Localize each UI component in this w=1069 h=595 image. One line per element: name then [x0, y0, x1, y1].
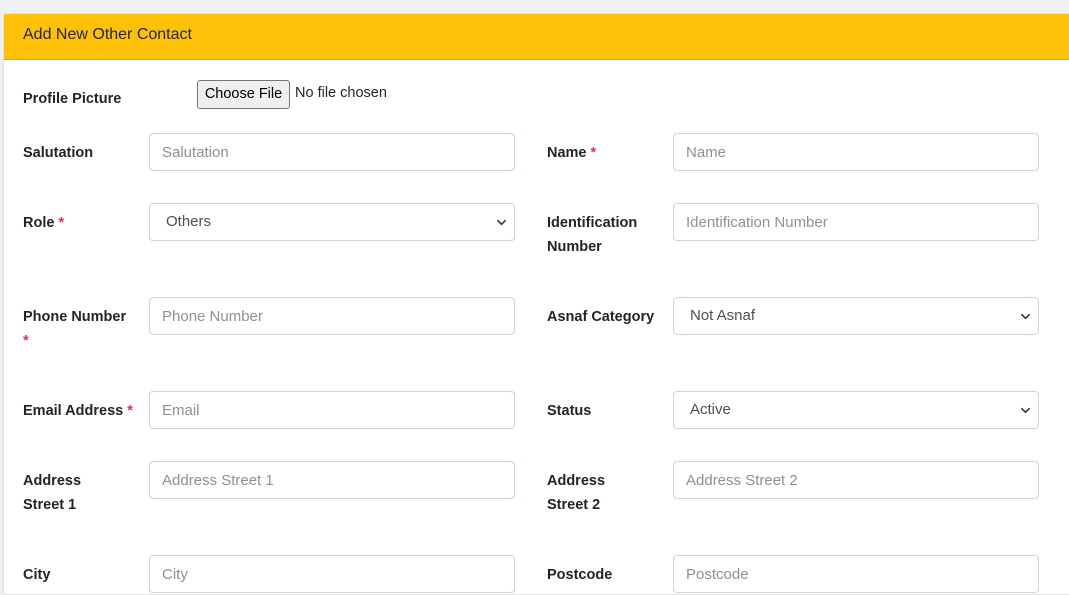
asnaf-category-selected-value: Not Asnaf: [690, 307, 756, 324]
profile-picture-label: Profile Picture: [23, 91, 122, 107]
identification-number-field-wrapper: [673, 203, 1039, 241]
chevron-down-icon: [497, 219, 506, 226]
address-street-1-label-line1: Address: [23, 473, 82, 489]
address-street-1-label: Address Street 1: [23, 469, 81, 517]
phone-number-label: Phone Number *: [23, 305, 126, 353]
identification-number-label: Identification Number: [547, 211, 637, 259]
status-selected-value: Active: [690, 401, 731, 418]
identification-number-label-line2: Number: [547, 239, 602, 255]
name-label: Name *: [547, 141, 596, 165]
salutation-field-wrapper: [149, 133, 515, 171]
email-address-label: Email Address *: [23, 399, 133, 423]
email-address-label-text: Email Address: [23, 403, 124, 419]
name-input[interactable]: [674, 134, 1038, 170]
email-address-required-mark: *: [127, 403, 133, 419]
name-field-wrapper: [673, 133, 1039, 171]
choose-file-button[interactable]: Choose File: [197, 80, 290, 109]
phone-number-field-wrapper: [149, 297, 515, 335]
postcode-label: Postcode: [547, 567, 613, 583]
address-street-2-input[interactable]: [674, 462, 1038, 498]
status-select[interactable]: Active: [673, 391, 1039, 429]
page-title: Add New Other Contact: [23, 26, 192, 43]
role-select[interactable]: Others: [149, 203, 515, 241]
address-street-1-input[interactable]: [150, 462, 514, 498]
role-required-mark: *: [58, 215, 65, 231]
address-street-1-field-wrapper: [149, 461, 515, 499]
chevron-down-icon: [1021, 407, 1030, 414]
address-street-2-label: Address Street 2: [547, 469, 605, 517]
asnaf-category-select[interactable]: Not Asnaf: [673, 297, 1039, 335]
chevron-down-icon: [1021, 313, 1030, 320]
role-selected-value: Others: [166, 213, 212, 230]
phone-number-label-text: Phone Number: [23, 309, 127, 325]
file-status-text: No file chosen: [295, 85, 387, 101]
name-required-mark: *: [590, 145, 597, 161]
email-field-wrapper: [149, 391, 515, 429]
card-header: Add New Other Contact: [4, 14, 1069, 60]
role-label-text: Role: [23, 215, 55, 231]
salutation-input[interactable]: [150, 134, 514, 170]
city-label: City: [23, 567, 51, 583]
address-street-2-label-line1: Address: [547, 473, 606, 489]
address-street-2-field-wrapper: [673, 461, 1039, 499]
city-input[interactable]: [150, 556, 514, 592]
postcode-field-wrapper: [673, 555, 1039, 593]
email-field[interactable]: [150, 392, 514, 428]
phone-number-input[interactable]: [150, 298, 514, 334]
city-field-wrapper: [149, 555, 515, 593]
status-label: Status: [547, 403, 592, 419]
postcode-input[interactable]: [674, 556, 1038, 592]
identification-number-label-line1: Identification: [547, 215, 638, 231]
address-street-2-label-line2: Street 2: [547, 497, 601, 513]
address-street-1-label-line2: Street 1: [23, 497, 77, 513]
identification-number-input[interactable]: [674, 204, 1038, 240]
role-label: Role *: [23, 211, 64, 235]
phone-number-required-mark: *: [23, 333, 29, 349]
asnaf-category-label: Asnaf Category: [547, 309, 655, 325]
salutation-label: Salutation: [23, 145, 94, 161]
add-contact-card: Add New Other Contact Profile Picture Ch…: [3, 13, 1069, 595]
name-label-text: Name: [547, 145, 587, 161]
